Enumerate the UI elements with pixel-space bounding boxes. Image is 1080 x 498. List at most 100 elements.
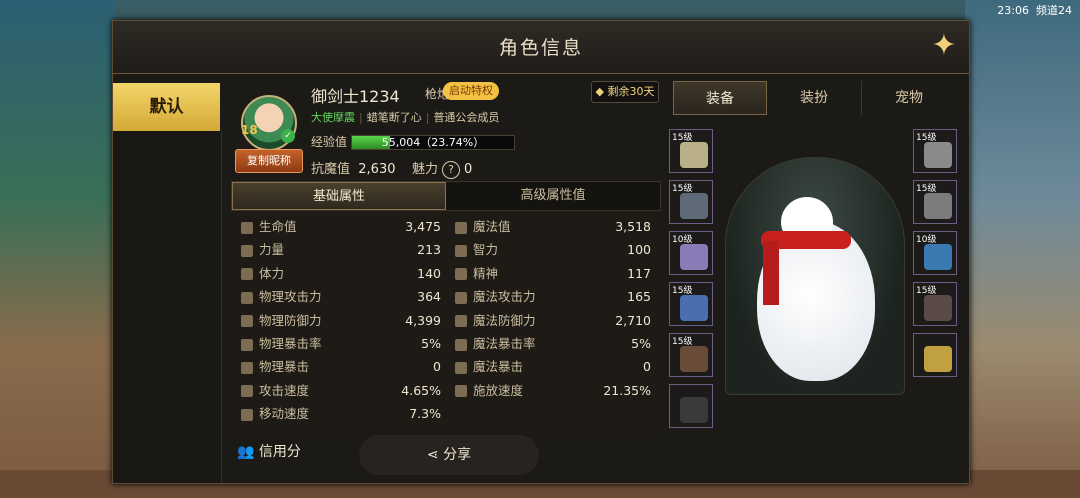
equipment-item-icon: [924, 244, 952, 270]
attribute-row: 力量 213 智力 100: [231, 238, 659, 261]
equipment-slot[interactable]: 15级: [669, 282, 713, 326]
equipment-slot[interactable]: 15级: [669, 129, 713, 173]
attribute-icon: [241, 244, 253, 257]
attribute-row: 物理防御力 4,399 魔法防御力 2,710: [231, 309, 659, 332]
attribute-icon: [241, 268, 253, 281]
share-button[interactable]: ⋖ 分享: [359, 435, 539, 475]
attribute-label: 魔法暴击率: [473, 336, 536, 351]
attribute-label: 魔法防御力: [473, 312, 536, 328]
equipment-item-icon: [924, 295, 952, 321]
equipment-slot[interactable]: 15级: [913, 282, 957, 326]
remaining-days-badge[interactable]: ◆ 剩余30天: [591, 81, 659, 103]
tag-title: 大使摩震: [311, 111, 355, 124]
attribute-value: 364: [417, 289, 441, 305]
equipment-slot[interactable]: 15级: [913, 180, 957, 224]
attribute-label: 生命值: [259, 219, 297, 234]
game-background-left: [0, 0, 115, 498]
status-bar: 23:06 频道24: [997, 2, 1072, 18]
attribute-value: 165: [627, 289, 651, 305]
attribute-value: 5%: [631, 336, 651, 351]
equipment-slot[interactable]: 15级: [669, 180, 713, 224]
player-name: 御剑士1234: [311, 87, 400, 106]
attribute-value: 0: [643, 359, 651, 375]
channel-label: 频道24: [1036, 4, 1072, 17]
exp-bar: 55,004（23.74%）: [351, 135, 515, 150]
attribute-icon: [455, 315, 467, 328]
game-background-right: [965, 0, 1080, 498]
player-tags: 大使摩震 | 蜡笔断了心 | 普通公会成员: [311, 111, 500, 124]
attribute-icon: [241, 408, 253, 421]
level-badge: 18: [241, 123, 258, 137]
attribute-value: 3,518: [615, 219, 651, 234]
attribute-icon: [241, 291, 253, 304]
tab-pet[interactable]: 宠物: [861, 81, 956, 115]
character-scarf-tail: [763, 241, 779, 305]
attribute-row: 攻击速度 4.65% 施放速度 21.35%: [231, 379, 659, 402]
attribute-value: 0: [433, 359, 441, 375]
clock: 23:06: [997, 4, 1029, 17]
panel-header: 角色信息 ✦: [113, 21, 969, 74]
attribute-row: 移动速度 7.3%: [231, 402, 659, 425]
attribute-value: 7.3%: [409, 406, 441, 422]
share-label: 分享: [443, 447, 472, 463]
attribute-icon: [241, 361, 253, 374]
charm-label: 魅力: [412, 162, 439, 177]
attribute-value: 213: [417, 242, 441, 258]
exp-text: 55,004（23.74%）: [381, 136, 485, 149]
exp-label: 经验值: [311, 135, 348, 149]
privilege-label: 启动特权: [449, 84, 493, 97]
attribute-label: 魔法攻击力: [473, 289, 536, 305]
equipment-item-icon: [924, 193, 952, 219]
attribute-label: 智力: [473, 242, 499, 258]
attribute-value: 140: [417, 265, 441, 281]
share-icon: ⋖: [426, 447, 439, 463]
equipment-slot[interactable]: [669, 384, 713, 428]
attribute-label: 体力: [259, 265, 285, 281]
attribute-row: 物理暴击率 5% 魔法暴击率 5%: [231, 332, 659, 355]
tab-costume[interactable]: 装扮: [767, 81, 861, 115]
attribute-tabs: 基础属性 高级属性值: [231, 181, 661, 211]
attribute-label: 魔法值: [473, 219, 511, 234]
sidebar-tab-default[interactable]: 默认: [113, 83, 220, 131]
diamond-icon: ◆: [595, 85, 604, 98]
attribute-label: 移动速度: [259, 406, 310, 422]
character-info-panel: 角色信息 ✦ 默认 18 ✓ 复制昵称 御剑士1234 枪炮师 启动特权 大使摩…: [112, 20, 970, 484]
close-star-icon[interactable]: ✦: [927, 29, 961, 63]
attribute-table: 生命值 3,475 魔法值 3,518 力量 213 智力 100 体力 140 精神 117 物理攻击…: [231, 211, 659, 433]
credit-score-button[interactable]: 👥 信用分: [237, 441, 301, 461]
attribute-label: 物理防御力: [259, 312, 322, 328]
equipment-item-icon: [680, 295, 708, 321]
attribute-label: 物理暴击率: [259, 336, 322, 351]
attribute-row: 生命值 3,475 魔法值 3,518: [231, 215, 659, 238]
tab-equipment[interactable]: 装备: [673, 81, 767, 115]
attribute-icon: [455, 385, 467, 398]
attribute-value: 4,399: [405, 312, 441, 328]
help-icon[interactable]: ?: [442, 161, 461, 179]
equipment-slot[interactable]: [913, 333, 957, 377]
tag-guild-name: 蜡笔断了心: [366, 111, 422, 124]
privilege-badge[interactable]: 启动特权: [443, 82, 499, 100]
equipment-slot[interactable]: 10级: [669, 231, 713, 275]
attribute-value: 2,710: [615, 312, 651, 328]
resist-charm-line: 抗魔值 2,630 魅力? 0: [311, 158, 472, 179]
attribute-value: 100: [627, 242, 651, 258]
charm-value: 0: [464, 162, 473, 177]
equipment-slot[interactable]: 15级: [913, 129, 957, 173]
tag-guild-rank: 普通公会成员: [433, 111, 500, 124]
attribute-label: 攻击速度: [259, 382, 310, 398]
attribute-label: 精神: [473, 265, 499, 281]
copy-name-button[interactable]: 复制昵称: [235, 149, 303, 173]
attribute-icon: [455, 221, 467, 234]
tab-advanced-attributes[interactable]: 高级属性值: [446, 182, 660, 210]
attribute-value: 117: [627, 265, 651, 281]
attribute-row: 物理攻击力 364 魔法攻击力 165: [231, 285, 659, 308]
tab-basic-attributes[interactable]: 基础属性: [232, 182, 446, 210]
remaining-days-label: 剩余30天: [607, 85, 655, 98]
attribute-label: 物理暴击: [259, 359, 310, 375]
wechat-icon: ✓: [281, 129, 295, 143]
attribute-label: 施放速度: [473, 382, 524, 398]
equipment-slot[interactable]: 15级: [669, 333, 713, 377]
equipment-item-icon: [680, 142, 708, 168]
credit-label: 信用分: [258, 444, 301, 460]
equipment-slot[interactable]: 10级: [913, 231, 957, 275]
